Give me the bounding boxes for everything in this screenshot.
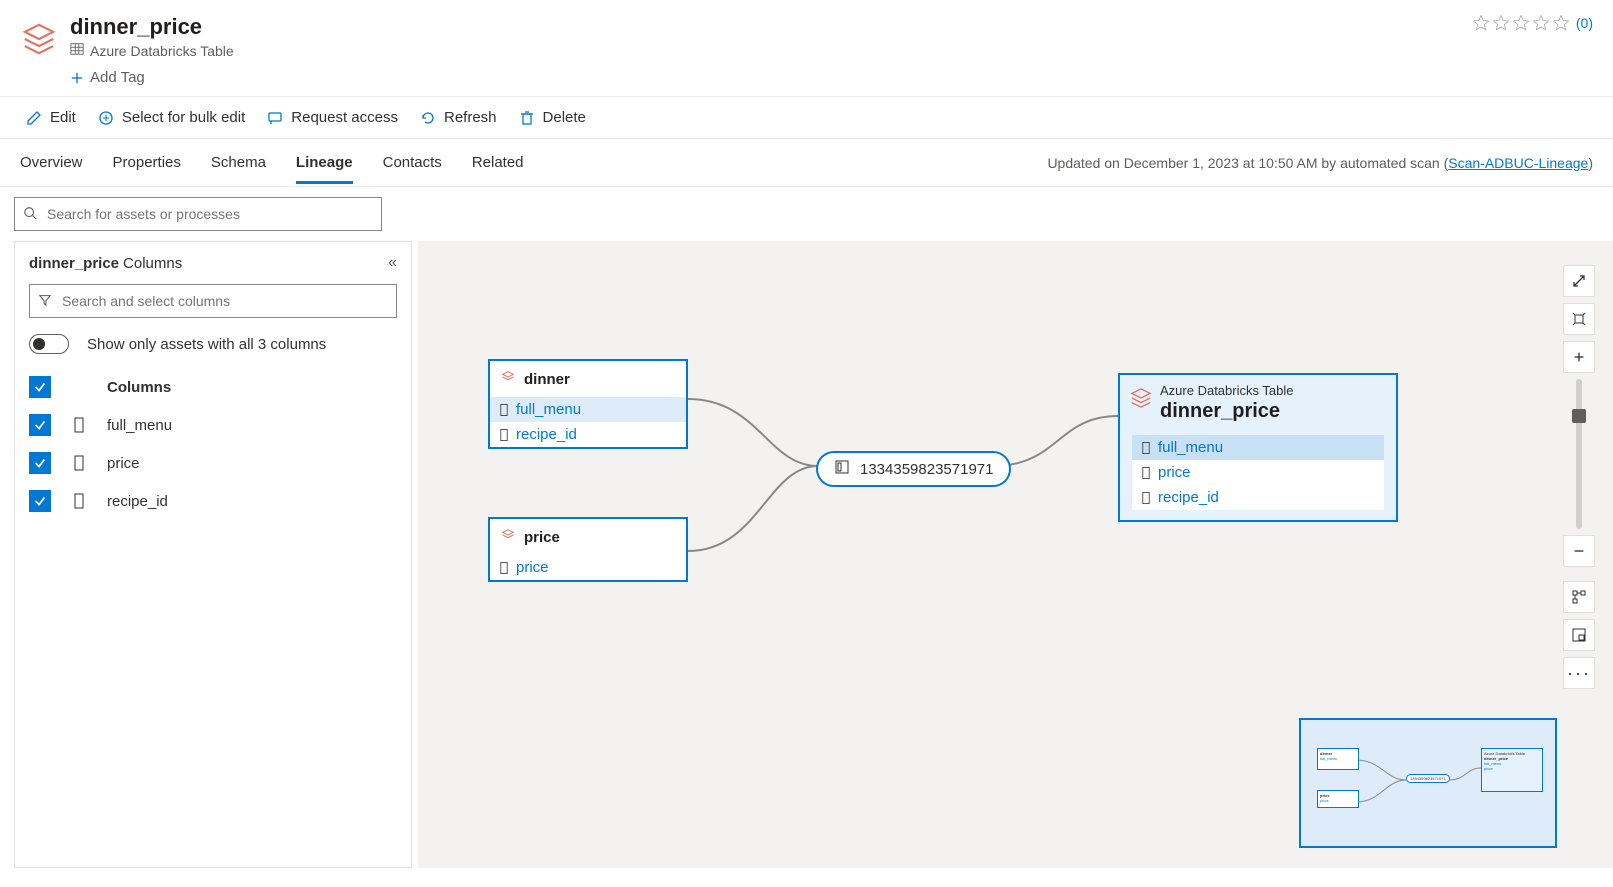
edit-button[interactable]: Edit	[26, 109, 76, 126]
show-all-columns-toggle[interactable]	[29, 334, 69, 354]
process-id: 1334359823571971	[860, 461, 993, 478]
sidebar-title: dinner_price	[29, 255, 119, 272]
process-icon	[834, 459, 850, 479]
column-name[interactable]: price	[107, 455, 140, 472]
zoom-slider[interactable]	[1576, 379, 1582, 529]
table-icon	[70, 42, 84, 59]
column-filter[interactable]	[29, 284, 397, 318]
tab-properties[interactable]: Properties	[113, 142, 181, 184]
node-title: price	[524, 529, 560, 546]
fit-button[interactable]	[1563, 303, 1595, 335]
updated-text: Updated on December 1, 2023 at 10:50 AM …	[1047, 155, 1593, 171]
toggle-label: Show only assets with all 3 columns	[87, 336, 326, 353]
tab-schema[interactable]: Schema	[211, 142, 266, 184]
node-title: dinner_price	[1160, 400, 1293, 423]
bulk-edit-button[interactable]: Select for bulk edit	[98, 109, 245, 126]
minimap-toggle-button[interactable]	[1563, 619, 1595, 651]
asset-search[interactable]	[14, 197, 382, 231]
more-button[interactable]: ···	[1563, 657, 1595, 689]
dataset-icon	[1130, 387, 1152, 413]
asset-subtype: Azure Databricks Table	[90, 43, 234, 59]
delete-button[interactable]: Delete	[519, 109, 586, 126]
node-field[interactable]: recipe_id	[1132, 485, 1384, 510]
search-icon	[23, 206, 37, 223]
filter-icon	[38, 293, 52, 310]
rating-count[interactable]: (0)	[1576, 15, 1593, 31]
asset-title: dinner_price	[70, 14, 1472, 40]
tab-lineage[interactable]: Lineage	[296, 142, 353, 184]
node-subtype: Azure Databricks Table	[1160, 383, 1293, 398]
refresh-button[interactable]: Refresh	[420, 109, 497, 126]
node-title: dinner	[524, 371, 570, 388]
column-checkbox[interactable]	[29, 414, 51, 436]
rating[interactable]: (0)	[1472, 14, 1593, 32]
dataset-icon	[500, 527, 516, 547]
column-checkbox[interactable]	[29, 490, 51, 512]
column-icon	[69, 455, 89, 471]
tab-overview[interactable]: Overview	[20, 142, 83, 184]
column-icon	[69, 493, 89, 509]
fullscreen-button[interactable]	[1563, 265, 1595, 297]
column-checkbox[interactable]	[29, 452, 51, 474]
dataset-icon	[500, 369, 516, 389]
column-icon	[69, 417, 89, 433]
columns-header: Columns	[107, 379, 171, 396]
minimap[interactable]: dinner full_menu price price 13343598235…	[1299, 718, 1557, 848]
collapse-sidebar-icon[interactable]: «	[388, 254, 397, 272]
request-access-button[interactable]: Request access	[267, 109, 398, 126]
column-name[interactable]: recipe_id	[107, 493, 168, 510]
tab-contacts[interactable]: Contacts	[383, 142, 442, 184]
zoom-out-button[interactable]	[1563, 535, 1595, 567]
asset-search-input[interactable]	[45, 205, 373, 223]
lineage-node-target[interactable]: Azure Databricks Table dinner_price full…	[1118, 373, 1398, 522]
node-field[interactable]: full_menu	[1132, 435, 1384, 460]
lineage-node-price[interactable]: price price	[488, 517, 688, 582]
lineage-canvas[interactable]: dinner full_menu recipe_id price price	[418, 241, 1613, 868]
column-name[interactable]: full_menu	[107, 417, 172, 434]
lineage-node-dinner[interactable]: dinner full_menu recipe_id	[488, 359, 688, 449]
add-tag-button[interactable]: Add Tag	[70, 69, 1472, 86]
sidebar-subtitle: Columns	[123, 255, 182, 272]
node-field[interactable]: price	[1132, 460, 1384, 485]
node-field[interactable]: recipe_id	[490, 422, 686, 447]
node-field[interactable]: price	[490, 555, 686, 580]
lineage-process[interactable]: 1334359823571971	[816, 451, 1011, 487]
tab-related[interactable]: Related	[472, 142, 524, 184]
node-field[interactable]: full_menu	[490, 397, 686, 422]
zoom-in-button[interactable]	[1563, 341, 1595, 373]
column-filter-input[interactable]	[60, 292, 388, 310]
asset-icon	[20, 20, 58, 58]
select-all-columns-checkbox[interactable]	[29, 376, 51, 398]
layout-button[interactable]	[1563, 581, 1595, 613]
scan-link[interactable]: Scan-ADBUC-Lineage	[1448, 155, 1588, 171]
